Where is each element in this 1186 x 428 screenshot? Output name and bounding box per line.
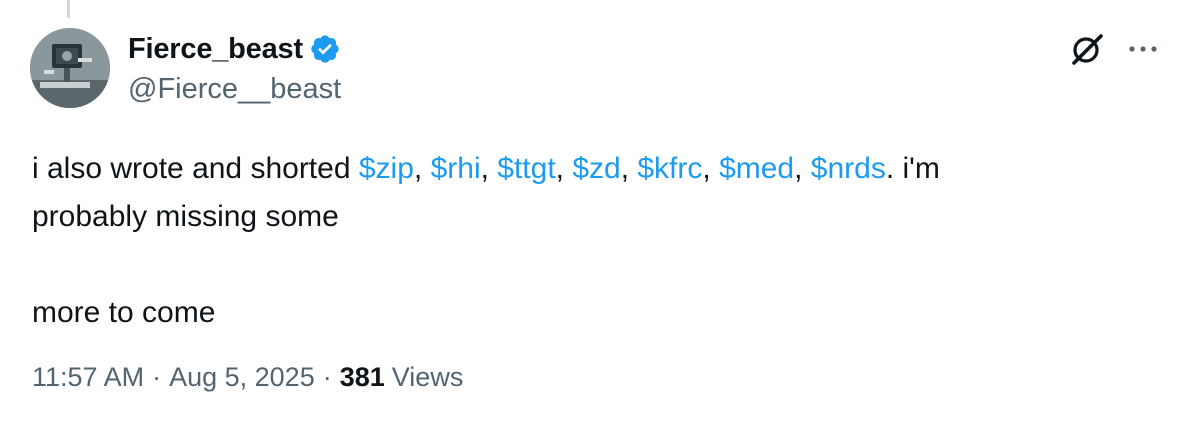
cashtag-link-rhi[interactable]: $rhi xyxy=(431,152,481,185)
tweet-text-prefix: i also wrote and shorted xyxy=(32,152,359,185)
meta-dot: · xyxy=(322,362,332,392)
views-label[interactable]: Views xyxy=(392,362,464,393)
separator: , xyxy=(702,152,720,185)
cashtag-link-nrds[interactable]: $nrds xyxy=(811,152,886,185)
grok-icon[interactable] xyxy=(1068,30,1106,68)
views-count[interactable]: 381 xyxy=(340,362,385,393)
author-handle[interactable]: @Fierce__beast xyxy=(128,73,341,106)
cashtag-link-kfrc[interactable]: $kfrc xyxy=(637,152,702,185)
separator: , xyxy=(794,152,811,185)
tweet-line-1: i also wrote and shorted $zip, $rhi, $tt… xyxy=(32,145,1152,193)
avatar-image xyxy=(30,28,110,108)
separator: , xyxy=(480,152,498,185)
tweet-line-2: probably missing some xyxy=(32,200,339,233)
avatar[interactable] xyxy=(30,28,110,108)
meta-dot: · xyxy=(152,362,162,392)
tweet-line-3: more to come xyxy=(32,296,216,329)
tweet-timestamp-date[interactable]: Aug 5, 2025 xyxy=(169,362,315,393)
thread-connector-line xyxy=(67,0,70,18)
cashtag-link-ttgt[interactable]: $ttgt xyxy=(497,152,555,185)
tweet-text: i also wrote and shorted $zip, $rhi, $tt… xyxy=(32,145,1152,337)
cashtag-link-zip[interactable]: $zip xyxy=(359,152,414,185)
separator: , xyxy=(555,152,573,185)
verified-badge-icon[interactable] xyxy=(309,33,341,65)
tweet-timestamp-time[interactable]: 11:57 AM xyxy=(32,362,144,393)
tweet-text-suffix: . i'm xyxy=(885,152,940,185)
separator: , xyxy=(413,152,431,185)
author-display-name[interactable]: Fierce_beast xyxy=(128,33,303,66)
author-name-row: Fierce_beast xyxy=(128,30,341,68)
separator: , xyxy=(620,152,638,185)
tweet-meta: 11:57 AM · Aug 5, 2025 · 381 Views xyxy=(32,362,463,393)
cashtag-link-med[interactable]: $med xyxy=(719,152,794,185)
more-options-icon[interactable] xyxy=(1126,34,1160,64)
cashtag-link-zd[interactable]: $zd xyxy=(572,152,620,185)
